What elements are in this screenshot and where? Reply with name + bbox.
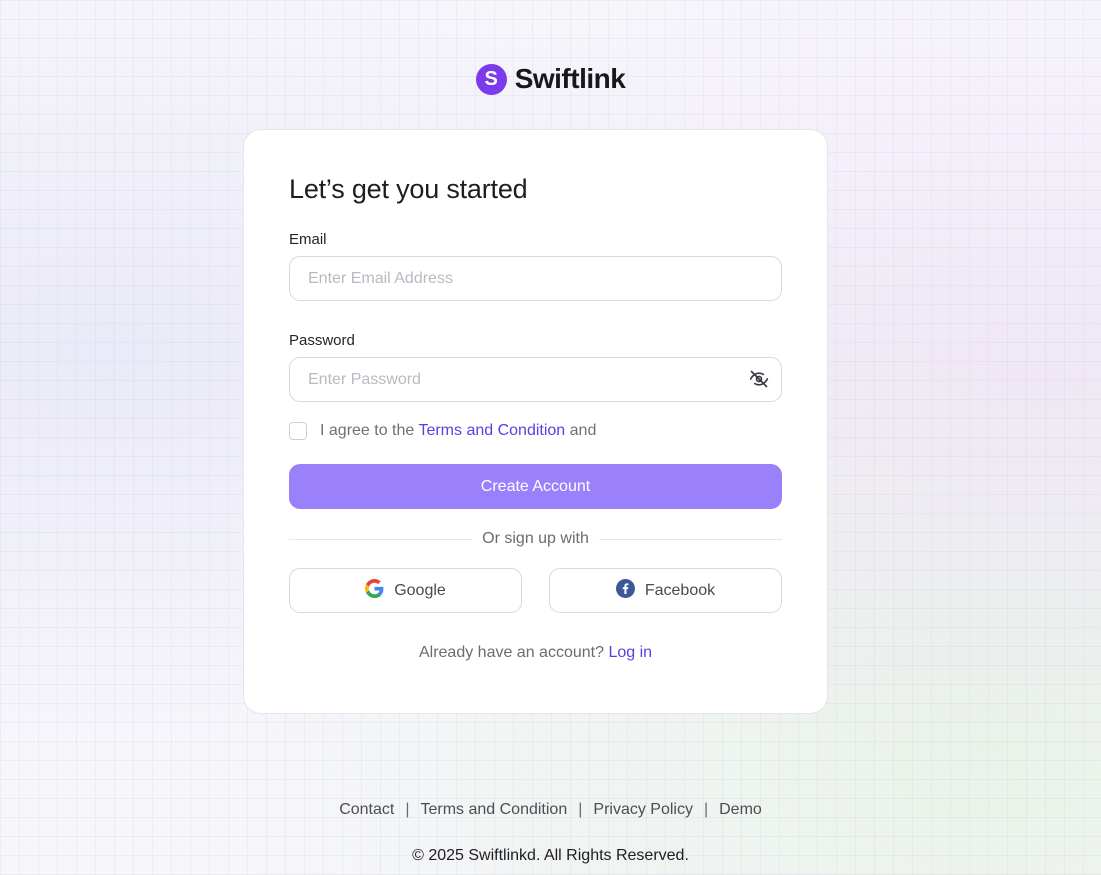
divider-line-left — [289, 538, 473, 540]
create-account-button[interactable]: Create Account — [289, 464, 782, 509]
password-field[interactable] — [289, 357, 782, 402]
footer-link-contact[interactable]: Contact — [339, 801, 394, 819]
terms-agree-text: I agree to the Terms and Condition and — [320, 422, 596, 440]
facebook-signup-button[interactable]: Facebook — [549, 568, 782, 613]
divider-text: Or sign up with — [482, 530, 589, 547]
terms-link[interactable]: Terms and Condition — [418, 422, 565, 439]
divider-line-right — [598, 538, 782, 540]
social-buttons: Google Facebook — [289, 568, 782, 613]
footer-link-demo[interactable]: Demo — [719, 801, 762, 819]
brand: S Swiftlink — [0, 63, 1101, 95]
email-label: Email — [289, 231, 327, 248]
swiftlink-logo-icon: S — [475, 63, 507, 95]
google-icon — [365, 578, 384, 603]
footer-separator: | — [578, 801, 583, 818]
footer-links: Contact | Terms and Condition | Privacy … — [0, 801, 1101, 819]
email-field[interactable] — [289, 256, 782, 301]
login-prompt-row: Already have an account? Log in — [289, 644, 782, 662]
password-label: Password — [289, 332, 355, 349]
login-link[interactable]: Log in — [608, 644, 652, 661]
copyright: © 2025 Swiftlinkd. All Rights Reserved. — [412, 847, 689, 864]
page-title: Let’s get you started — [289, 174, 528, 204]
facebook-label: Facebook — [644, 581, 716, 599]
footer-separator: | — [405, 801, 410, 818]
brand-name: Swiftlink — [514, 63, 626, 94]
footer-separator: | — [703, 801, 709, 818]
footer-link-privacy[interactable]: Privacy Policy — [593, 801, 693, 819]
social-divider: Or sign up with — [289, 530, 782, 548]
email-field-wrap — [289, 256, 782, 301]
terms-checkbox[interactable] — [289, 422, 307, 440]
google-signup-button[interactable]: Google — [289, 568, 522, 613]
facebook-icon — [615, 578, 635, 603]
eye-off-icon[interactable] — [749, 369, 769, 389]
login-prompt: Already have an account? — [418, 644, 604, 661]
footer-link-terms[interactable]: Terms and Condition — [420, 801, 567, 819]
google-label: Google — [394, 581, 446, 599]
signup-card: Let’s get you started Email Password I a… — [243, 129, 828, 714]
terms-suffix: and — [569, 422, 597, 439]
password-field-wrap — [289, 357, 782, 402]
terms-agree-row: I agree to the Terms and Condition and — [289, 422, 782, 440]
terms-prefix: I agree to the — [320, 422, 415, 439]
